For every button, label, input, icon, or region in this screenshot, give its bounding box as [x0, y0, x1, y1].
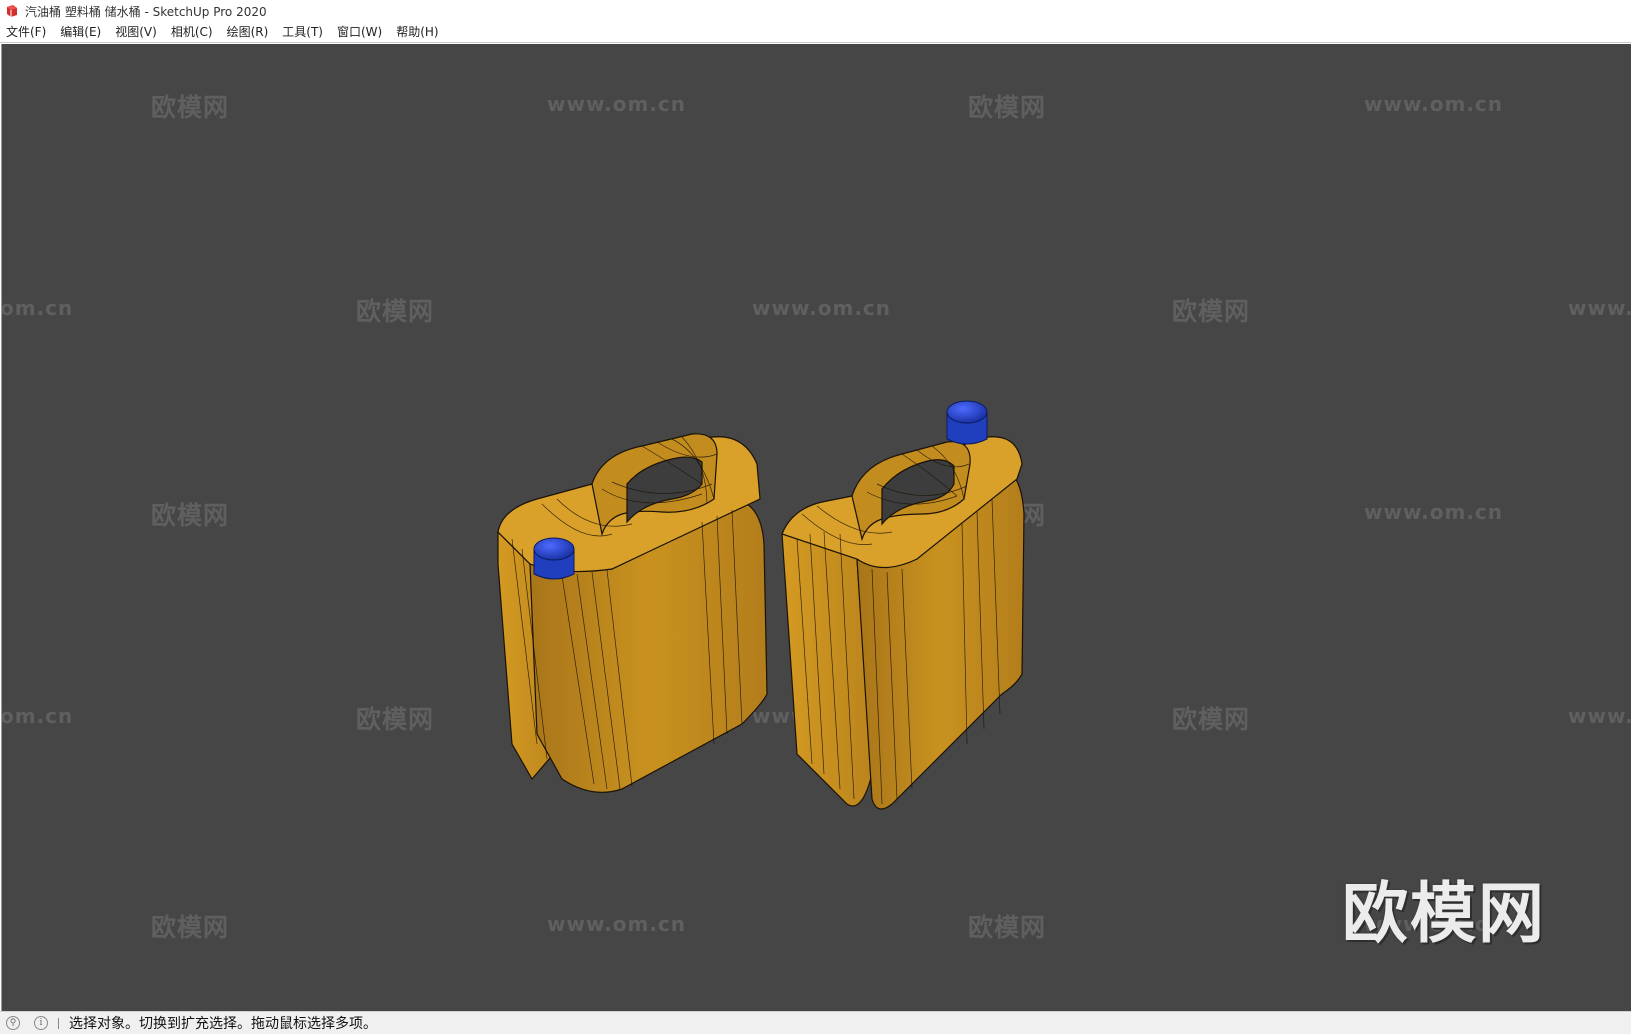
menu-tools[interactable]: 工具(T): [275, 22, 330, 43]
drawing-viewport[interactable]: 欧模网 www.om.cn 欧模网 www.om.cn om.cn 欧模网 ww…: [1, 44, 1631, 1011]
menu-help[interactable]: 帮助(H): [389, 22, 445, 43]
status-bar: ⚲ i 选择对象。切换到扩充选择。拖动鼠标选择多项。: [0, 1011, 1631, 1034]
sketchup-logo-icon: [7, 5, 17, 17]
menu-edit[interactable]: 编辑(E): [53, 22, 108, 43]
right-cap: [946, 400, 988, 445]
menu-camera[interactable]: 相机(C): [164, 22, 220, 43]
menu-view[interactable]: 视图(V): [108, 22, 164, 43]
watermark-logo-large: 欧模网: [1342, 875, 1546, 952]
right-canister[interactable]: [781, 400, 1025, 810]
info-icon[interactable]: i: [34, 1016, 48, 1030]
menu-file[interactable]: 文件(F): [0, 22, 53, 43]
left-canister[interactable]: [497, 433, 768, 793]
menu-window[interactable]: 窗口(W): [330, 22, 389, 43]
window-title: 汽油桶 塑料桶 储水桶 - SketchUp Pro 2020: [25, 4, 267, 19]
status-divider: [58, 1017, 59, 1029]
title-bar: 汽油桶 塑料桶 储水桶 - SketchUp Pro 2020: [0, 0, 1631, 22]
status-message: 选择对象。切换到扩充选择。拖动鼠标选择多项。: [69, 1016, 377, 1032]
menu-draw[interactable]: 绘图(R): [220, 22, 276, 43]
menu-bar: 文件(F) 编辑(E) 视图(V) 相机(C) 绘图(R) 工具(T) 窗口(W…: [0, 22, 1631, 43]
left-cap: [533, 537, 575, 580]
geolocation-icon[interactable]: ⚲: [6, 1016, 20, 1030]
